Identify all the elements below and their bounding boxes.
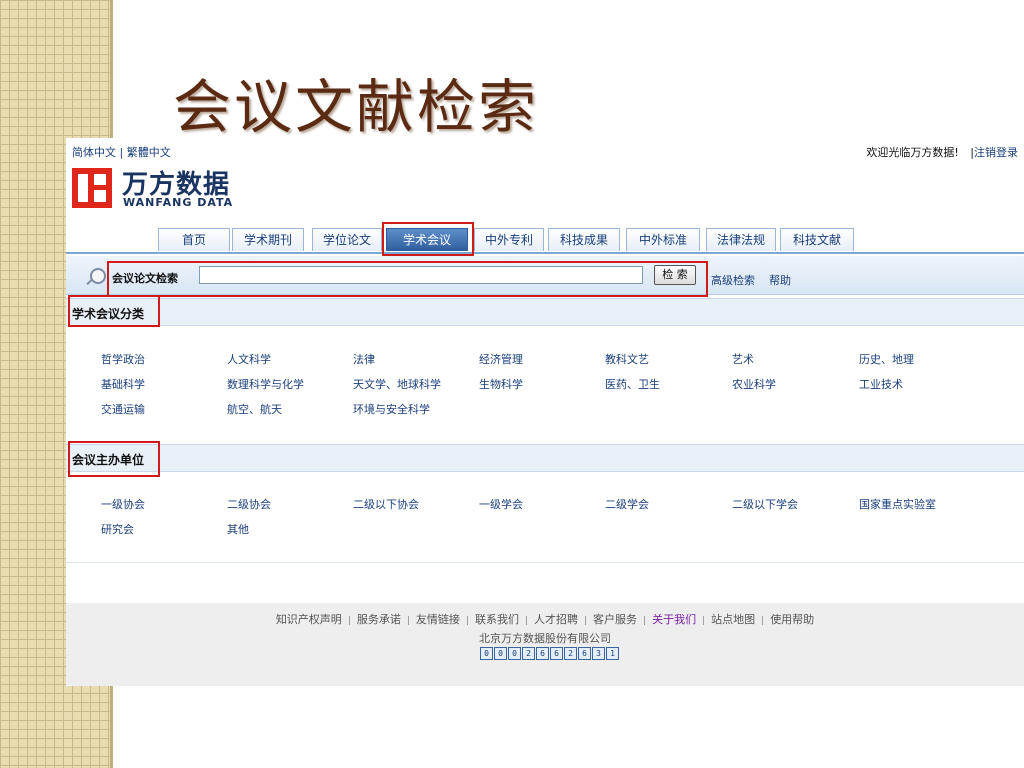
footer-link-about-us[interactable]: 关于我们 [652, 613, 696, 626]
website-screenshot: 简体中文 | 繁體中文 欢迎光临万方数据! |注销登录 万方数据 WANFANG… [66, 138, 1024, 686]
footer-separator: | [524, 616, 528, 626]
category-item[interactable]: 教科文艺 [605, 351, 649, 367]
organizer-section-header: 会议主办单位 [66, 444, 1024, 472]
category-item[interactable]: 经济管理 [479, 351, 523, 367]
category-item[interactable]: 人文科学 [227, 351, 271, 367]
category-item[interactable]: 哲学政治 [101, 351, 145, 367]
footer-link-ip-statement[interactable]: 知识产权声明 [276, 613, 342, 626]
footer-link-customer-service[interactable]: 客户服务 [593, 613, 637, 626]
footer: 知识产权声明 | 服务承诺 | 友情链接 | 联系我们 | 人才招聘 | 客户服务 | 关于我们 | 站点地… [66, 603, 1024, 686]
category-item[interactable]: 航空、航天 [227, 401, 282, 417]
footer-links: 知识产权声明 | 服务承诺 | 友情链接 | 联系我们 | 人才招聘 | 客户服务 | 关于我们 | 站点地… [66, 611, 1024, 627]
tab-laws[interactable]: 法律法规 [706, 228, 776, 251]
divider [66, 562, 1024, 563]
lang-simplified-link[interactable]: 简体中文 [72, 146, 116, 159]
category-item[interactable]: 历史、地理 [859, 351, 914, 367]
counter-digit: 3 [592, 647, 605, 660]
language-switch: 简体中文 | 繁體中文 [72, 144, 171, 160]
category-item[interactable]: 基础科学 [101, 376, 145, 392]
category-item[interactable]: 天文学、地球科学 [353, 376, 441, 392]
search-bar: 会议论文检索 检 索 高级检索 帮助 [66, 256, 1024, 295]
visit-counter: 0 0 0 2 6 6 2 6 3 1 [480, 647, 619, 660]
footer-separator: | [761, 616, 765, 626]
tab-sci-literature[interactable]: 科技文献 [780, 228, 854, 251]
footer-link-jobs[interactable]: 人才招聘 [534, 613, 578, 626]
organizer-item[interactable]: 一级协会 [101, 496, 145, 512]
welcome-text: 欢迎光临万方数据! [866, 146, 959, 159]
organizer-item[interactable]: 二级以下协会 [353, 496, 419, 512]
magnifier-icon [90, 268, 106, 284]
category-item[interactable]: 生物科学 [479, 376, 523, 392]
logout-link[interactable]: 注销登录 [974, 146, 1018, 159]
footer-link-contact[interactable]: 联系我们 [475, 613, 519, 626]
category-item[interactable]: 法律 [353, 351, 375, 367]
slide-title: 会议文献检索 [173, 73, 540, 141]
counter-digit: 1 [606, 647, 619, 660]
counter-digit: 0 [494, 647, 507, 660]
footer-link-sitemap[interactable]: 站点地图 [711, 613, 755, 626]
company-name: 北京万方数据股份有限公司 [479, 632, 611, 645]
category-section-title: 学术会议分类 [72, 307, 145, 321]
organizer-item[interactable]: 一级学会 [479, 496, 523, 512]
category-item[interactable]: 农业科学 [732, 376, 776, 392]
counter-digit: 2 [564, 647, 577, 660]
tab-dissertations[interactable]: 学位论文 [312, 228, 382, 251]
category-item[interactable]: 环境与安全科学 [353, 401, 430, 417]
tab-conferences[interactable]: 学术会议 [386, 228, 468, 251]
counter-digit: 2 [522, 647, 535, 660]
tab-home[interactable]: 首页 [158, 228, 230, 251]
logo-english-text: WANFANG DATA [123, 196, 234, 209]
organizer-item[interactable]: 二级学会 [605, 496, 649, 512]
category-item[interactable]: 艺术 [732, 351, 754, 367]
organizer-item[interactable]: 二级协会 [227, 496, 271, 512]
organizer-item[interactable]: 研究会 [101, 521, 134, 537]
wanfang-logo-mark-icon [72, 168, 112, 208]
tab-achievements[interactable]: 科技成果 [548, 228, 620, 251]
advanced-search-link[interactable]: 高级检索 [711, 272, 755, 288]
counter-digit: 6 [578, 647, 591, 660]
footer-separator: | [643, 616, 647, 626]
footer-separator: | [347, 616, 351, 626]
footer-link-friend-links[interactable]: 友情链接 [416, 613, 460, 626]
search-input[interactable] [199, 266, 643, 284]
main-nav-tabs: 首页 学术期刊 学位论文 学术会议 中外专利 科技成果 中外标准 法律法规 科技… [66, 226, 1024, 254]
organizer-item[interactable]: 其他 [227, 521, 249, 537]
counter-digit: 6 [536, 647, 549, 660]
category-item[interactable]: 医药、卫生 [605, 376, 660, 392]
organizer-item[interactable]: 二级以下学会 [732, 496, 798, 512]
footer-link-service-promise[interactable]: 服务承诺 [357, 613, 401, 626]
footer-separator: | [406, 616, 410, 626]
counter-digit: 0 [508, 647, 521, 660]
tab-patents[interactable]: 中外专利 [474, 228, 544, 251]
tab-standards[interactable]: 中外标准 [626, 228, 700, 251]
search-button[interactable]: 检 索 [654, 265, 696, 285]
category-item[interactable]: 交通运输 [101, 401, 145, 417]
counter-digit: 0 [480, 647, 493, 660]
organizer-section-title: 会议主办单位 [72, 453, 145, 467]
organizer-item[interactable]: 国家重点实验室 [859, 496, 936, 512]
help-link[interactable]: 帮助 [769, 272, 791, 288]
category-item[interactable]: 数理科学与化学 [227, 376, 304, 392]
search-label: 会议论文检索 [112, 272, 178, 285]
category-section-header: 学术会议分类 [66, 298, 1024, 326]
footer-link-help[interactable]: 使用帮助 [770, 613, 814, 626]
tab-journals[interactable]: 学术期刊 [232, 228, 304, 251]
lang-separator: | [116, 146, 127, 159]
footer-separator: | [465, 616, 469, 626]
welcome-bar: 欢迎光临万方数据! |注销登录 [866, 144, 1018, 160]
lang-traditional-link[interactable]: 繁體中文 [127, 146, 171, 159]
wanfang-logo[interactable]: 万方数据 WANFANG DATA [72, 164, 252, 214]
footer-separator: | [584, 616, 588, 626]
category-item[interactable]: 工业技术 [859, 376, 903, 392]
counter-digit: 6 [550, 647, 563, 660]
footer-separator: | [702, 616, 706, 626]
